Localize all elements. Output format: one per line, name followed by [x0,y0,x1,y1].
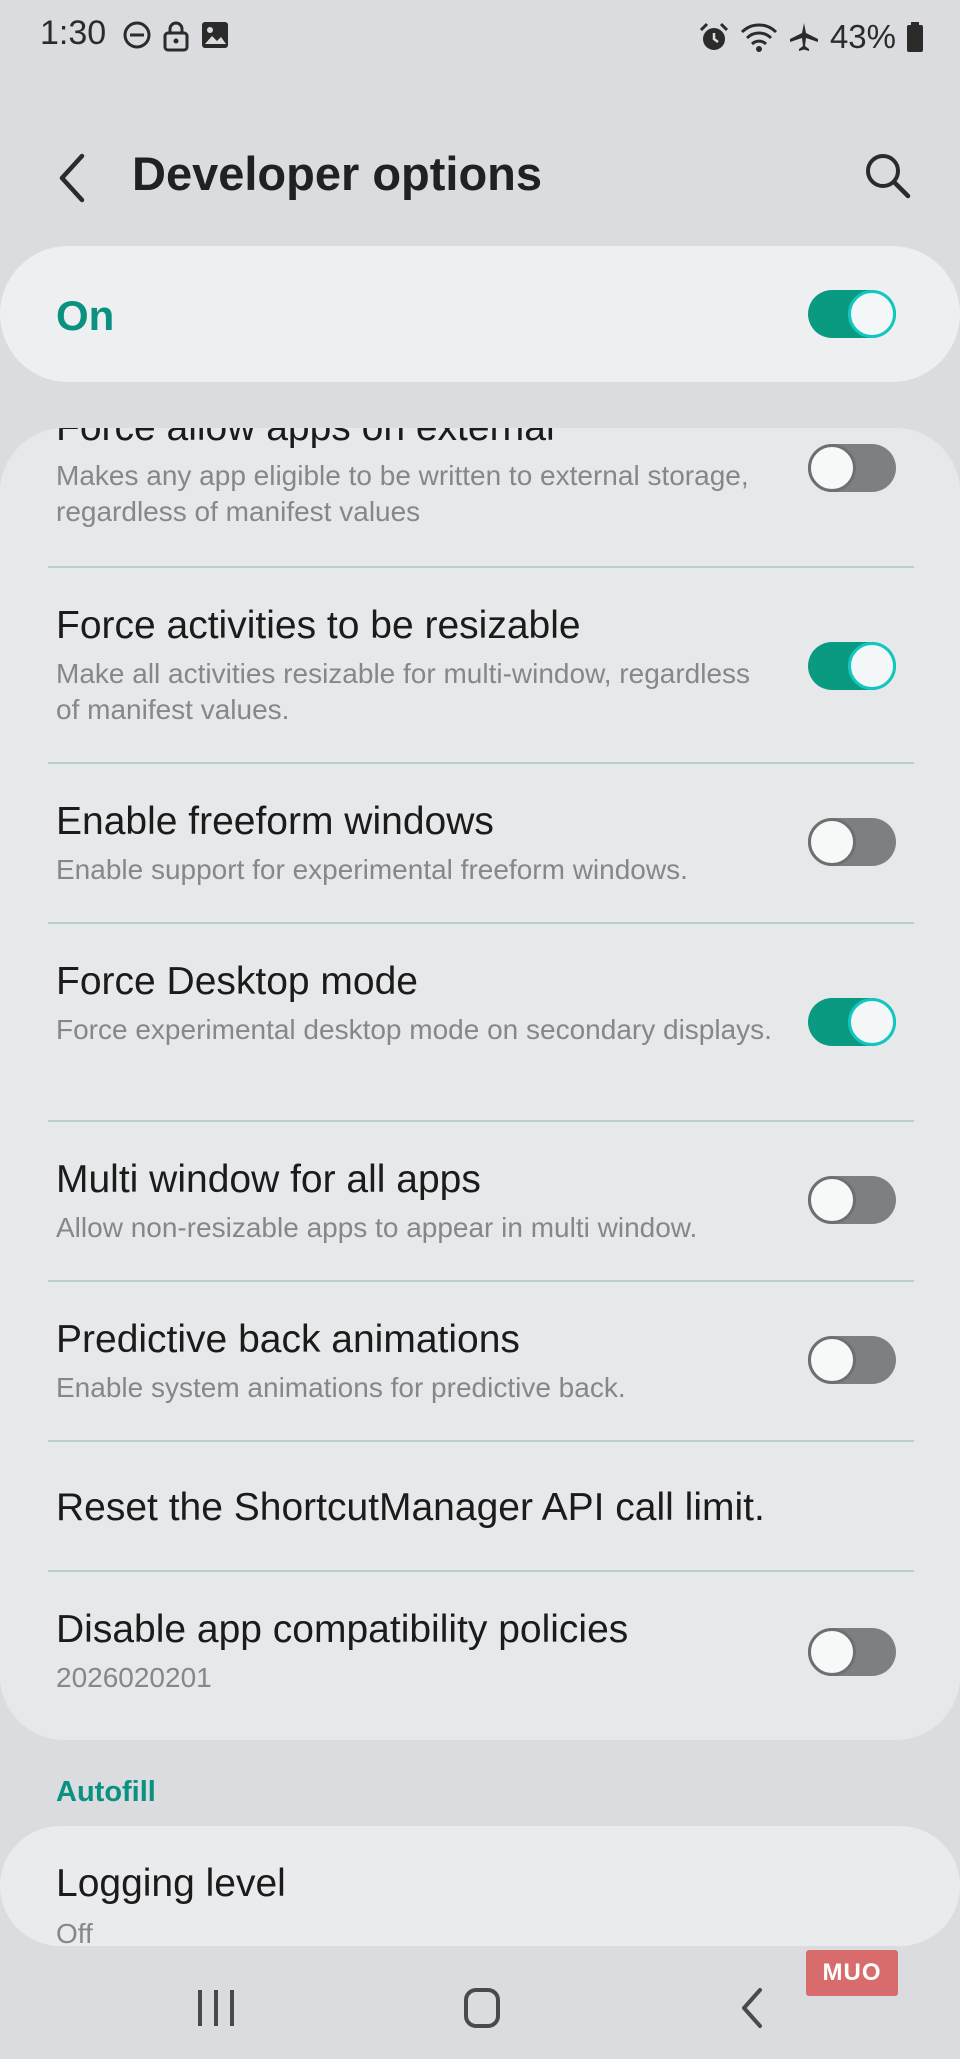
nav-back-button[interactable] [712,1978,792,2038]
lock-icon [163,21,189,52]
toggle-switch[interactable] [808,642,896,690]
battery-percentage: 43% [829,18,896,55]
setting-predictive-back-animations[interactable]: Predictive back animations Enable system… [0,1282,960,1440]
setting-title: Logging level [56,1862,286,1905]
setting-title: Force activities to be resizable [56,604,581,647]
setting-title: Predictive back animations [56,1318,520,1361]
toggle-switch[interactable] [808,998,896,1046]
toggle-switch[interactable] [808,1176,896,1224]
master-toggle[interactable] [808,290,896,338]
back-icon [742,1988,762,2028]
toggle-switch[interactable] [808,818,896,866]
master-switch-label: On [56,292,115,339]
setting-subtitle: Enable support for experimental freeform… [56,854,688,885]
toggle-knob [808,444,856,492]
toggle-knob [848,642,896,690]
settings-list: Force allow apps on external Makes any a… [0,428,960,1740]
setting-force-allow-apps-external[interactable]: Force allow apps on external Makes any a… [0,428,960,566]
page-title: Developer options [132,147,543,200]
toggle-knob [808,1176,856,1224]
setting-subtitle: 2026020201 [56,1662,212,1693]
toggle-knob [848,290,896,338]
toggle-knob [808,1336,856,1384]
setting-multi-window-all-apps[interactable]: Multi window for all apps Allow non-resi… [0,1122,960,1280]
chevron-left-icon [59,153,85,203]
setting-title: Force allow apps on external [56,428,555,450]
setting-title: Reset the ShortcutManager API call limit… [56,1486,765,1529]
battery-icon [907,22,923,52]
setting-force-desktop-mode[interactable]: Force Desktop mode Force experimental de… [0,924,960,1120]
home-icon [464,1988,500,2028]
developer-options-master-switch[interactable]: On [0,246,960,382]
search-icon [866,154,911,199]
toggle-switch[interactable] [808,1336,896,1384]
setting-logging-level[interactable]: Logging level Off [0,1826,960,1946]
setting-subtitle: Allow non-resizable apps to appear in mu… [56,1212,698,1243]
recent-apps-icon [198,1990,234,2026]
section-header-autofill: Autofill [56,1776,156,1808]
setting-value: Off [56,1918,93,1946]
do-not-disturb-icon [123,21,151,49]
toggle-knob [848,998,896,1046]
setting-title: Force Desktop mode [56,960,418,1003]
setting-title: Disable app compatibility policies [56,1608,629,1651]
toggle-switch[interactable] [808,1628,896,1676]
toggle-knob [808,818,856,866]
setting-subtitle: Make all activities resizable for multi-… [56,658,751,725]
search-button[interactable] [856,144,920,208]
status-icons-left [122,20,230,52]
toggle-knob [808,1628,856,1676]
wifi-icon [740,23,777,52]
watermark-logo: MUO [806,1950,898,1996]
image-icon [202,22,228,48]
toggle-switch[interactable] [808,444,896,492]
status-time: 1:30 [40,14,107,52]
setting-force-activities-resizable[interactable]: Force activities to be resizable Make al… [0,568,960,762]
status-icons-right: 43% [698,18,924,56]
setting-subtitle: Enable system animations for predictive … [56,1372,626,1403]
setting-title: Multi window for all apps [56,1158,481,1201]
status-bar: 1:30 43% [0,0,960,80]
home-button[interactable] [442,1978,522,2038]
recent-apps-button[interactable] [176,1978,256,2038]
setting-subtitle: Makes any app eligible to be written to … [56,460,749,527]
setting-subtitle: Force experimental desktop mode on secon… [56,1014,772,1045]
setting-title: Enable freeform windows [56,800,494,843]
setting-enable-freeform-windows[interactable]: Enable freeform windows Enable support f… [0,764,960,922]
back-button[interactable] [44,148,104,208]
setting-disable-app-compat-policies[interactable]: Disable app compatibility policies 20260… [0,1572,960,1740]
app-bar: Developer options [0,130,960,220]
alarm-icon [699,22,728,50]
setting-reset-shortcutmanager[interactable]: Reset the ShortcutManager API call limit… [0,1442,960,1570]
airplane-mode-icon [789,23,818,51]
